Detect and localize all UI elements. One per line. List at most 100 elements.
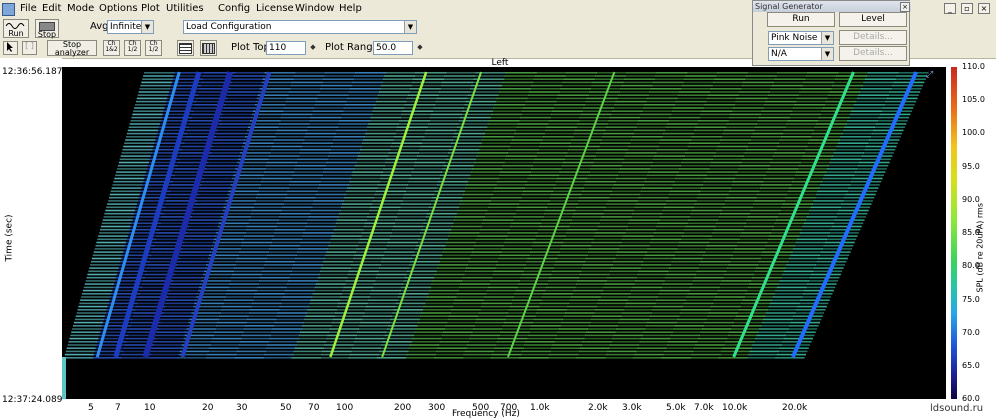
waterfall-stripe [836, 145, 867, 148]
waterfall-stripe [281, 113, 313, 116]
waterfall-stripe [443, 248, 474, 250]
waterfall-stripe [638, 120, 669, 122]
waterfall-stripe [347, 187, 378, 189]
menu-edit[interactable]: Edit [42, 3, 61, 14]
waterfall-stripe [380, 264, 410, 266]
menu-plot[interactable]: Plot [141, 3, 160, 14]
waterfall-stripe [174, 273, 204, 276]
noise-type-select[interactable]: Pink Noise ▼ [768, 31, 834, 45]
waterfall-stripe [698, 193, 729, 196]
run-button[interactable]: Run [3, 19, 29, 38]
chevron-down-icon[interactable]: ▼ [821, 48, 833, 60]
waterfall-stripe [710, 88, 742, 90]
waterfall-stripe [359, 238, 390, 241]
waterfall-stripe [180, 251, 211, 253]
waterfall-stripe [612, 110, 643, 112]
spectrum-view-button[interactable] [177, 40, 194, 56]
menu-window[interactable]: Window [295, 3, 334, 14]
app-icon[interactable] [2, 3, 15, 16]
configuration-select[interactable]: Load Configuration ▼ [183, 20, 417, 34]
pointer-tool-button[interactable] [3, 41, 18, 55]
menu-mode[interactable]: Mode [67, 3, 94, 14]
waterfall-stripe [685, 152, 716, 154]
stop-button[interactable]: Stop [35, 19, 59, 39]
waterfall-stripe [80, 299, 110, 301]
waterfall-stripe [576, 126, 607, 128]
waterfall-stripe [457, 209, 488, 212]
details-button-1[interactable]: Details... [839, 30, 907, 45]
close-icon[interactable]: × [978, 3, 990, 14]
waterfall-stripe [464, 270, 495, 273]
menu-license[interactable]: License [256, 3, 294, 14]
waterfall-stripe [230, 84, 262, 87]
plot-top-input[interactable]: 110 [266, 41, 306, 55]
waterfall-stripe [677, 171, 709, 173]
waterfall-stripe [435, 100, 467, 103]
waterfall-stripe [830, 228, 861, 231]
waterfall-stripe [102, 219, 133, 221]
menu-help[interactable]: Help [339, 3, 362, 14]
view-ch1-over-ch2-button[interactable]: Ch 1/2 [145, 40, 162, 56]
waterfall-stripe [787, 260, 818, 263]
waterfall-stripe [682, 305, 712, 308]
frequency-axis: 5 7 10 20 30 50 70 100 200 300 500 700 1… [62, 399, 946, 420]
waterfall-stripe [632, 286, 662, 289]
waterfall-stripe [621, 315, 651, 317]
waterfall-stripe [558, 328, 588, 330]
waterfall-stripe [706, 97, 738, 100]
siggen-level-button[interactable]: Level [839, 12, 907, 27]
view-ch1-ch2-button[interactable]: Ch 1/2 [124, 40, 141, 56]
waterfall-stripe [290, 84, 322, 87]
menu-options[interactable]: Options [99, 3, 138, 14]
waterfall-stripe [698, 120, 729, 122]
siggen-run-button[interactable]: Run [767, 12, 835, 27]
chevron-down-icon[interactable]: ▼ [821, 32, 833, 44]
waterfall-stripe [555, 260, 586, 263]
waterfall-stripe [316, 280, 347, 282]
waterfall-stripe [563, 78, 595, 80]
spectrogram-plot[interactable] [62, 67, 946, 399]
waterfall-stripe [109, 193, 140, 196]
waterfall-stripe [520, 276, 550, 279]
waterfall-stripe [329, 328, 359, 330]
waterfall-stripe [284, 200, 315, 202]
close-icon[interactable]: × [900, 2, 910, 12]
waterfall-stripe [680, 164, 711, 167]
expand-icon[interactable]: ⤢ [926, 70, 933, 80]
menu-config[interactable]: Config [218, 3, 250, 14]
spl-tick: 60.0 [962, 394, 980, 403]
chevron-down-icon[interactable]: ▼ [141, 21, 153, 33]
avg-select[interactable]: Infinite ▼ [107, 20, 154, 34]
waterfall-stripe [419, 148, 450, 151]
view-ch12-button[interactable]: Ch 1&2 [103, 40, 120, 56]
waterfall-stripe [559, 91, 590, 93]
minimize-icon[interactable]: _ [944, 3, 956, 14]
restore-icon[interactable]: ▫ [961, 3, 973, 14]
plot-range-spinner-icon[interactable]: ◆ [416, 41, 424, 53]
waterfall-stripe [447, 318, 478, 321]
waterfall-stripe [567, 228, 598, 231]
waterfall-stripe [263, 267, 293, 269]
spectrogram-view-button[interactable] [200, 40, 217, 56]
waterfall-stripe [776, 286, 807, 289]
waterfall-stripe [782, 132, 813, 135]
waterfall-stripe [647, 248, 678, 250]
waterfall-stripe [370, 116, 401, 119]
menu-utilities[interactable]: Utilities [166, 3, 204, 14]
chevron-down-icon[interactable]: ▼ [404, 21, 416, 33]
waterfall-stripe [288, 280, 318, 282]
waterfall-stripe [506, 315, 536, 317]
secondary-select[interactable]: N/A ▼ [768, 47, 834, 61]
waterfall-stripe [778, 350, 808, 353]
stop-analyzer-button[interactable]: Stop analyzer [47, 40, 97, 57]
details-button-2[interactable]: Details... [839, 46, 907, 61]
menu-file[interactable]: File [20, 3, 37, 14]
plot-range-input[interactable]: 50.0 [373, 41, 413, 55]
waterfall-stripe [275, 228, 306, 231]
waterfall-stripe [345, 280, 376, 282]
zoom-tool-button[interactable]: [ ] [22, 41, 37, 55]
waterfall-stripe [152, 347, 182, 349]
plot-top-spinner-icon[interactable]: ◆ [309, 41, 317, 53]
waterfall-stripe [575, 206, 606, 209]
waterfall-stripe [631, 289, 661, 292]
